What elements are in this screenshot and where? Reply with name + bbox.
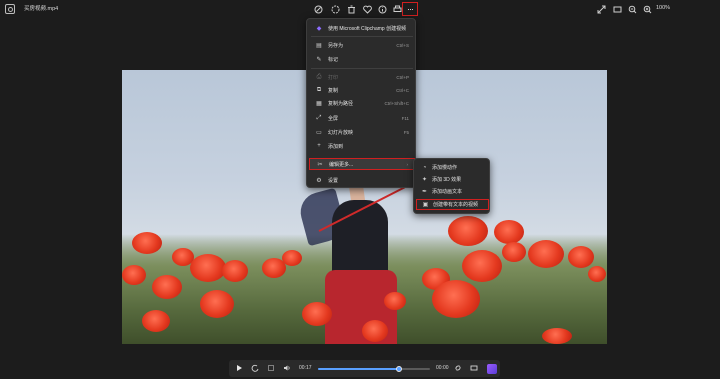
current-time: 00:17 xyxy=(299,365,312,371)
menu-item-fullscreen[interactable]: ⤢ 全屏 F11 xyxy=(309,112,415,124)
clipchamp-icon[interactable] xyxy=(487,364,497,374)
markup-icon: ✎ xyxy=(316,56,322,63)
info-icon[interactable] xyxy=(377,4,387,14)
slow-motion-icon: ◔ xyxy=(422,164,427,171)
poppy xyxy=(528,240,564,268)
more-options-button[interactable]: ··· xyxy=(402,2,418,16)
photos-app-icon xyxy=(5,4,15,14)
poppy xyxy=(152,275,182,299)
window-icon[interactable] xyxy=(612,4,622,14)
trim-icon[interactable] xyxy=(266,364,275,373)
chevron-right-icon: › xyxy=(406,161,409,167)
menu-item-settings[interactable]: ⚙ 设置 xyxy=(309,174,415,186)
menu-item-copy[interactable]: ⧉ 复制 Ctrl+C xyxy=(309,84,415,96)
menu-item-clipchamp[interactable]: ◆ 使用 Microsoft Clipchamp 创建视频 xyxy=(309,22,415,34)
zoom-out-icon[interactable] xyxy=(627,4,637,14)
poppy xyxy=(122,265,146,285)
clipchamp-icon: ◆ xyxy=(316,25,322,32)
poppy xyxy=(542,328,572,344)
menu-divider xyxy=(311,68,413,69)
total-time: 00:00 xyxy=(436,365,449,371)
seek-bar-handle[interactable] xyxy=(395,366,402,372)
poppy xyxy=(282,250,302,266)
expand-icon[interactable] xyxy=(596,4,606,14)
video-text-icon: ▣ xyxy=(422,202,429,208)
person-top xyxy=(332,200,388,280)
delete-icon[interactable] xyxy=(346,4,356,14)
favorite-icon[interactable] xyxy=(362,4,372,14)
more-icon: ··· xyxy=(407,4,414,14)
submenu-item-slow-motion[interactable]: ◔ 添加慢动作 xyxy=(416,162,489,173)
edit-more-submenu: ◔ 添加慢动作 ✦ 添加 3D 效果 ✒ 添加动画文本 ▣ 创建带有文本的视频 xyxy=(413,158,490,214)
poppy xyxy=(588,266,606,282)
submenu-item-video-with-text[interactable]: ▣ 创建带有文本的视频 xyxy=(416,199,489,210)
menu-item-edit-more[interactable]: ✂ 编辑更多... › xyxy=(309,158,415,170)
poppy xyxy=(362,320,388,342)
add-icon: + xyxy=(317,143,321,149)
file-name: 买房视频.mp4 xyxy=(24,6,59,12)
zoom-in-icon[interactable] xyxy=(642,4,652,14)
copy-icon: ⧉ xyxy=(316,86,322,93)
poppy xyxy=(142,310,170,332)
seek-bar[interactable] xyxy=(318,366,430,372)
loop-icon[interactable] xyxy=(453,364,462,373)
sparkle-icon: ✦ xyxy=(421,177,428,183)
poppy xyxy=(384,292,406,310)
poppy xyxy=(190,254,226,282)
poppy xyxy=(448,216,488,246)
edit-icon[interactable] xyxy=(313,4,323,14)
gear-icon: ⚙ xyxy=(316,177,322,184)
poppy xyxy=(222,260,248,282)
poppy xyxy=(132,232,162,254)
copy-path-icon: ▦ xyxy=(316,100,322,107)
poppy xyxy=(432,280,480,318)
submenu-item-animated-text[interactable]: ✒ 添加动画文本 xyxy=(416,186,489,197)
volume-icon[interactable] xyxy=(282,364,291,373)
more-options-menu: ◆ 使用 Microsoft Clipchamp 创建视频 ▤ 另存为 Ctrl… xyxy=(306,18,416,188)
speed-icon[interactable] xyxy=(469,364,478,373)
menu-item-markup[interactable]: ✎ 标记 xyxy=(309,53,415,65)
poppy xyxy=(494,220,524,244)
poppy xyxy=(200,290,234,318)
poppy xyxy=(302,302,332,326)
seek-bar-progress xyxy=(318,368,399,370)
poppy xyxy=(462,250,502,282)
menu-divider xyxy=(311,36,413,37)
menu-item-add-to[interactable]: + 添加到 xyxy=(309,140,415,152)
erase-icon[interactable] xyxy=(330,4,340,14)
menu-item-save-as[interactable]: ▤ 另存为 Ctrl+S xyxy=(309,39,415,51)
slideshow-icon: ▭ xyxy=(316,129,322,136)
print-icon: ⎙ xyxy=(316,73,322,80)
play-icon[interactable] xyxy=(234,364,243,373)
fullscreen-icon: ⤢ xyxy=(316,114,322,121)
rewind-icon[interactable] xyxy=(250,364,259,373)
save-icon: ▤ xyxy=(316,42,322,49)
submenu-item-3d-effects[interactable]: ✦ 添加 3D 效果 xyxy=(416,174,489,185)
menu-item-slideshow[interactable]: ▭ 幻灯片放映 F5 xyxy=(309,126,415,138)
poppy xyxy=(568,246,594,268)
poppy xyxy=(502,242,526,262)
print-icon[interactable] xyxy=(392,4,402,14)
menu-item-print[interactable]: ⎙ 打印 Ctrl+P xyxy=(309,71,415,83)
menu-item-copy-path[interactable]: ▦ 复制为路径 Ctrl+Shift+C xyxy=(309,97,415,109)
zoom-level: 100% xyxy=(656,5,671,11)
edit-more-icon: ✂ xyxy=(317,161,323,168)
animated-text-icon: ✒ xyxy=(421,189,428,195)
